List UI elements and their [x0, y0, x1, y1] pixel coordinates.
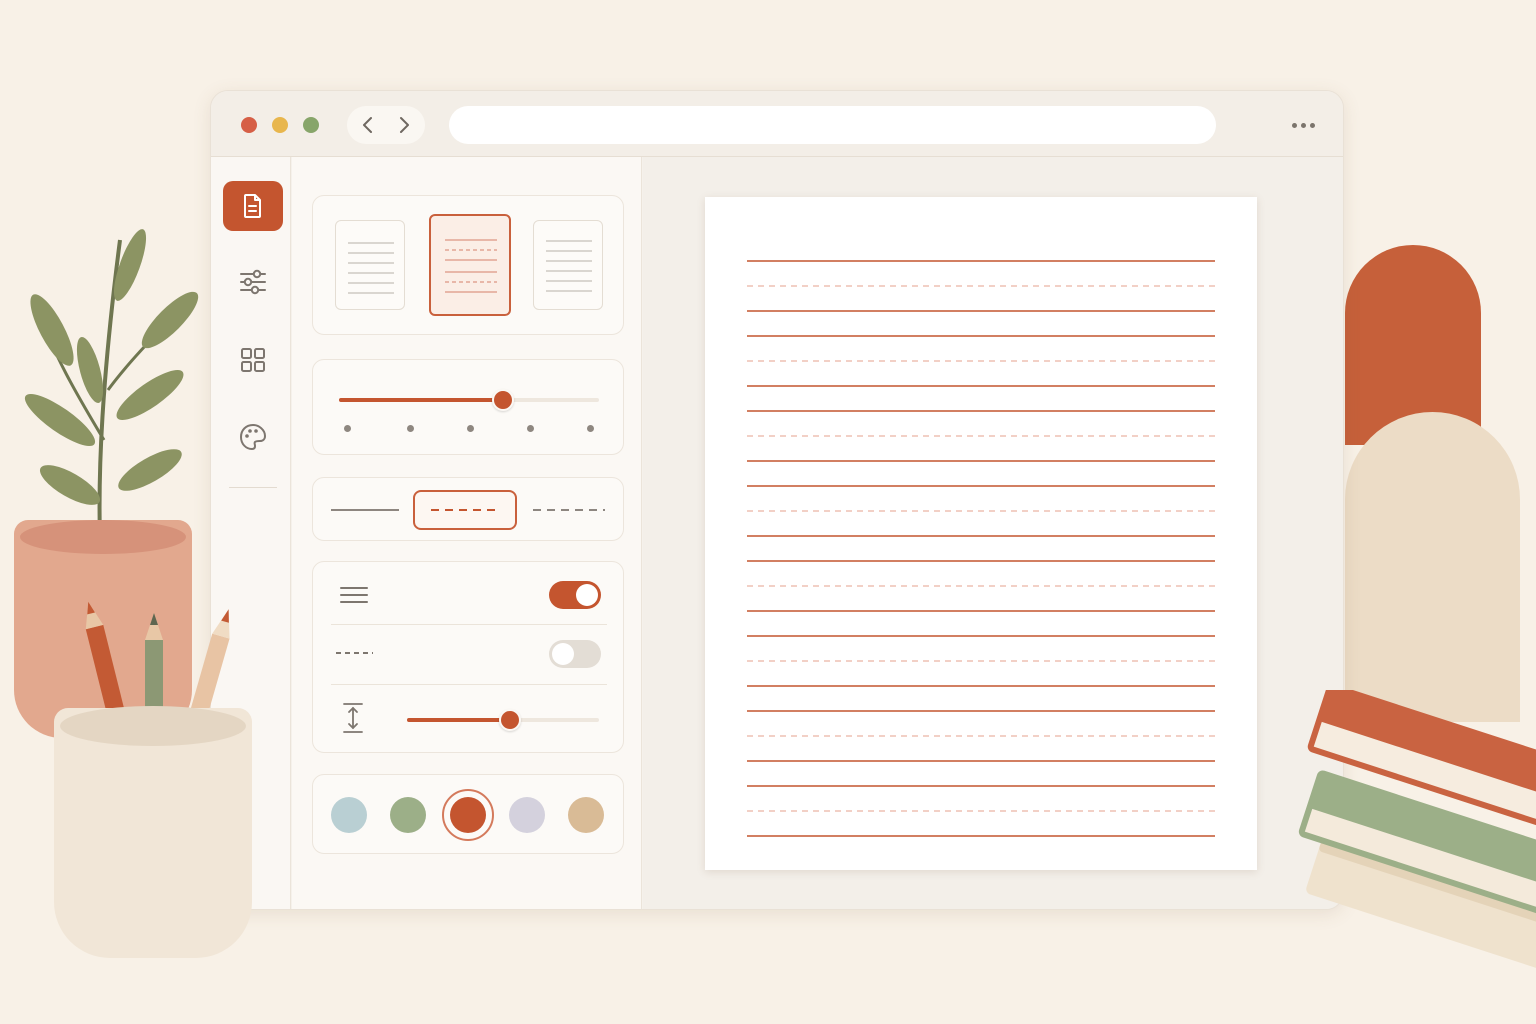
chevron-left-icon	[363, 117, 372, 133]
template-option-solid[interactable]	[335, 220, 405, 310]
sidebar-item-layouts[interactable]	[223, 335, 283, 385]
back-button[interactable]	[357, 113, 379, 137]
scene	[0, 0, 1536, 1024]
show-lines-toggle[interactable]	[549, 581, 601, 609]
solid-line-icon	[331, 509, 399, 511]
chevron-right-icon	[400, 117, 409, 133]
more-dot-icon	[1300, 122, 1306, 128]
sidebar-item-adjustments[interactable]	[223, 257, 283, 307]
line-style-dashed[interactable]	[413, 490, 517, 530]
sidebar-item-document[interactable]	[223, 181, 283, 231]
decor-arch-beige	[1345, 412, 1520, 722]
navigation-controls	[347, 106, 425, 144]
sliders-icon	[240, 269, 266, 295]
minimize-window-button[interactable]	[272, 117, 288, 133]
line-style-card	[312, 477, 624, 541]
line-height-slider[interactable]	[407, 709, 599, 731]
dotted-line-icon	[533, 509, 605, 511]
more-dot-icon	[1291, 122, 1297, 128]
row-divider	[331, 684, 607, 685]
plant-leaves-icon	[24, 229, 199, 541]
template-card	[312, 195, 624, 335]
dashed-line-icon	[336, 652, 373, 654]
spacing-slider-knob[interactable]	[492, 389, 514, 411]
line-style-solid[interactable]	[327, 490, 403, 530]
line-height-slider-knob[interactable]	[499, 709, 521, 731]
app-window	[210, 90, 1344, 910]
book-stack-icon	[1298, 690, 1536, 972]
lined-page-thumbnail-icon	[348, 242, 394, 294]
color-card	[312, 774, 624, 854]
maximize-window-button[interactable]	[303, 117, 319, 133]
palette-icon	[240, 424, 266, 450]
line-height-icon	[343, 703, 363, 733]
line-settings-card	[312, 561, 624, 753]
color-swatch-green[interactable]	[390, 797, 426, 833]
dashed-line-icon	[431, 509, 501, 511]
close-window-button[interactable]	[241, 117, 257, 133]
plant-pot-rim	[20, 520, 186, 554]
grid-icon	[241, 348, 265, 372]
spacing-tick[interactable]	[344, 425, 351, 432]
spacing-card	[312, 359, 624, 455]
toggle-thumb	[576, 584, 598, 606]
spacing-slider-fill	[339, 398, 503, 402]
title-bar	[211, 91, 1343, 157]
spacing-tick[interactable]	[527, 425, 534, 432]
template-option-wide[interactable]	[533, 220, 603, 310]
paper-preview	[705, 197, 1257, 870]
preview-area	[643, 157, 1343, 909]
more-options-button[interactable]	[1287, 115, 1319, 135]
more-dot-icon	[1309, 122, 1315, 128]
sidebar-divider	[229, 487, 277, 488]
sidebar-item-colors[interactable]	[223, 412, 283, 462]
color-swatch-blue[interactable]	[331, 797, 367, 833]
template-option-handwriting[interactable]	[429, 214, 511, 316]
dashed-midline-toggle[interactable]	[549, 640, 601, 668]
spacing-slider[interactable]	[339, 389, 599, 411]
handwriting-page-thumbnail-icon	[445, 239, 497, 293]
spacing-tick[interactable]	[587, 425, 594, 432]
row-divider	[331, 624, 607, 625]
address-bar[interactable]	[449, 106, 1216, 144]
color-swatch-tan[interactable]	[568, 797, 604, 833]
lines-icon	[340, 587, 368, 603]
color-swatch-lavender[interactable]	[509, 797, 545, 833]
forward-button[interactable]	[393, 113, 415, 137]
pencil-cup-rim	[60, 706, 246, 746]
document-icon	[244, 194, 261, 218]
spacing-tick[interactable]	[407, 425, 414, 432]
line-style-dotted[interactable]	[529, 490, 609, 530]
line-height-slider-fill	[407, 718, 510, 722]
color-swatch-terracotta[interactable]	[450, 797, 486, 833]
paper-lines	[747, 260, 1215, 837]
toggle-thumb	[552, 643, 574, 665]
lined-page-thumbnail-icon	[546, 240, 592, 292]
spacing-tick[interactable]	[467, 425, 474, 432]
settings-panel	[292, 157, 642, 909]
